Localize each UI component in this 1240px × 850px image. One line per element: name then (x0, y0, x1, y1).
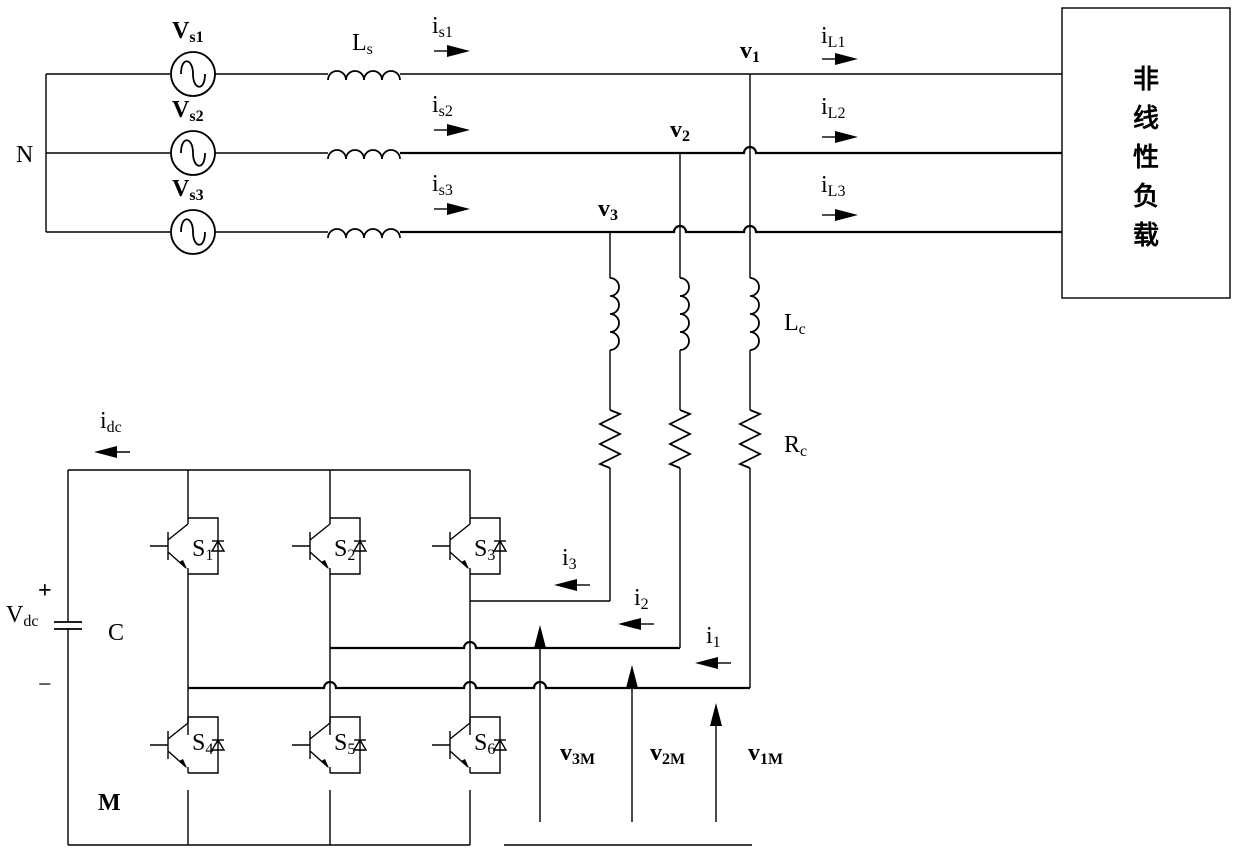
dc-voltage-label: Vdc (6, 602, 38, 630)
load-char-1: 非 (1133, 65, 1159, 95)
switch-label-4: S4 (192, 730, 213, 758)
source-current-label-1: is1 (432, 13, 453, 41)
source-inductor-label: Ls (352, 30, 373, 58)
filter-branch-1 (737, 74, 763, 688)
nonlinear-load-block: 非 线 性 负 载 (1061, 7, 1231, 299)
igbt-switch-1 (150, 517, 226, 575)
leg-voltage-label-1: v1M (748, 740, 783, 768)
source-inductor-2 (327, 149, 401, 160)
leg-1-connection (188, 680, 750, 690)
filter-branch-3 (597, 232, 623, 601)
load-current-arrow-3 (822, 209, 858, 221)
load-current-arrow-2 (822, 131, 858, 143)
source-current-arrow-1 (434, 45, 470, 57)
leg-voltage-label-2: v2M (650, 740, 685, 768)
filter-current-label-3: i3 (562, 545, 577, 573)
filter-current-arrow-2 (618, 618, 654, 630)
igbt-switch-2 (292, 517, 368, 575)
dc-current-arrow (94, 446, 130, 458)
dc-plus-sign: + (38, 578, 52, 604)
midpoint-label: M (98, 790, 121, 816)
filter-resistor-label: Rc (784, 432, 807, 460)
switch-label-5: S5 (334, 730, 355, 758)
node-voltage-label-1: v1 (740, 38, 760, 66)
load-char-3: 性 (1133, 143, 1159, 173)
filter-current-label-1: i1 (706, 623, 721, 651)
leg-voltage-arrow-3 (534, 625, 546, 822)
emitter-arrow-icon (321, 759, 329, 768)
ac-source-1 (170, 51, 216, 97)
filter-branch-2 (667, 153, 693, 648)
dc-minus-sign: − (38, 672, 52, 698)
source-current-arrow-3 (434, 203, 470, 215)
source-inductor-3 (327, 228, 401, 239)
ac-source-3 (170, 209, 216, 255)
emitter-arrow-icon (321, 560, 329, 569)
leg-voltage-arrow-1 (710, 703, 722, 822)
switch-label-2: S2 (334, 536, 355, 564)
filter-inductor-label: Lc (784, 310, 806, 338)
source-current-label-2: is2 (432, 92, 453, 120)
switch-label-1: S1 (192, 536, 213, 564)
emitter-arrow-icon (179, 560, 187, 569)
load-current-label-1: iL1 (821, 23, 845, 51)
node-voltage-label-3: v3 (598, 196, 618, 224)
filter-current-label-2: i2 (634, 585, 649, 613)
source-label-1: Vs1 (172, 18, 204, 46)
neutral-bus (45, 73, 170, 233)
source-current-label-3: is3 (432, 171, 453, 199)
phase-line-2 (400, 145, 1062, 155)
phase-line-3 (400, 224, 1062, 234)
dc-current-label: idc (100, 408, 122, 436)
filter-current-arrow-1 (695, 657, 731, 669)
load-current-label-3: iL3 (821, 172, 845, 200)
emitter-arrow-icon (461, 560, 469, 569)
emitter-arrow-icon (179, 759, 187, 768)
leg-2-connection (330, 640, 680, 650)
load-char-2: 线 (1133, 104, 1159, 134)
node-voltage-label-2: v2 (670, 117, 690, 145)
dc-bus (67, 469, 470, 846)
switch-label-6: S6 (474, 730, 495, 758)
load-current-label-2: iL2 (821, 94, 845, 122)
circuit-diagram: N Vs1 Vs2 Vs3 Ls is1 is2 is3 v1 v2 v3 iL… (6, 7, 1231, 846)
source-inductor-1 (327, 70, 401, 81)
source-label-2: Vs2 (172, 97, 204, 125)
load-current-arrow-1 (822, 53, 858, 65)
filter-current-arrow-3 (554, 579, 590, 591)
neutral-label: N (16, 142, 33, 168)
ac-source-2 (170, 130, 216, 176)
source-current-arrow-2 (434, 124, 470, 136)
igbt-switch-3 (432, 517, 508, 575)
source-label-3: Vs3 (172, 176, 204, 204)
load-char-5: 载 (1133, 221, 1159, 251)
load-char-4: 负 (1133, 182, 1159, 212)
leg-voltage-label-3: v3M (560, 740, 595, 768)
dc-capacitor (54, 621, 82, 630)
capacitor-label: C (108, 620, 124, 646)
emitter-arrow-icon (461, 759, 469, 768)
switch-label-3: S3 (474, 536, 495, 564)
